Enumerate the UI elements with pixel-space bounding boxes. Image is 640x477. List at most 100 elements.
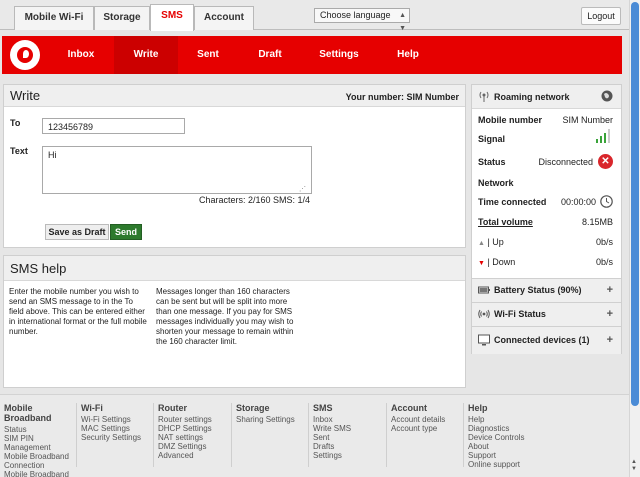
text-label: Text (10, 146, 28, 156)
logout-button[interactable]: Logout (581, 7, 621, 25)
battery-icon (478, 284, 490, 296)
footer: Mobile Broadband Status SIM PIN Management… (0, 394, 629, 477)
tab-account[interactable]: Account (194, 6, 254, 30)
your-number-label: Your number: (345, 92, 404, 102)
updown-arrows-icon: ▲ ▼ (399, 12, 406, 32)
footer-heading[interactable]: Router (158, 403, 232, 413)
connected-devices-accordion[interactable]: Connected devices (1) + (472, 326, 621, 354)
status-label: Status (478, 157, 506, 167)
mobile-number-value: SIM Number (562, 115, 613, 125)
footer-link[interactable]: Device Controls (468, 433, 542, 442)
footer-link[interactable]: Wi-Fi Settings (81, 415, 155, 424)
footer-heading[interactable]: SMS (313, 403, 387, 413)
wifi-icon (478, 308, 490, 320)
footer-link[interactable]: Security Settings (81, 433, 155, 442)
footer-heading[interactable]: Wi-Fi (81, 403, 155, 413)
footer-link[interactable]: Account details (391, 415, 465, 424)
write-panel: Write Your number: SIM Number To 1234567… (3, 84, 466, 248)
language-select-value: Choose language (320, 10, 391, 20)
total-volume-label[interactable]: Total volume (478, 217, 533, 227)
footer-column: Account Account details Account type (391, 403, 465, 433)
connected-devices-label: Connected devices (1) (494, 335, 590, 345)
footer-heading[interactable]: Help (468, 403, 542, 413)
footer-link[interactable]: DHCP Settings (158, 424, 232, 433)
network-label: Network (478, 178, 514, 188)
send-button[interactable]: Send (110, 224, 142, 240)
sms-help-title: SMS help (10, 261, 67, 276)
footer-column: SMS Inbox Write SMS Sent Drafts Settings (313, 403, 387, 460)
top-tab-bar: Mobile Wi-Fi Storage SMS Account Choose … (0, 0, 629, 32)
signal-bars-icon (595, 129, 613, 145)
save-draft-button[interactable]: Save as Draft (45, 224, 109, 240)
footer-link[interactable]: Account type (391, 424, 465, 433)
footer-link[interactable]: Support (468, 451, 542, 460)
your-number: Your number: SIM Number (346, 92, 459, 102)
language-select[interactable]: Choose language ▲ ▼ (314, 8, 410, 32)
footer-link[interactable]: Drafts (313, 442, 387, 451)
status-panel-header: Roaming network (472, 85, 621, 109)
up-arrow-icon: ▲ | Up (478, 237, 504, 247)
footer-divider (231, 403, 232, 467)
text-area[interactable]: Hi (42, 146, 312, 194)
tab-mobile-wifi[interactable]: Mobile Wi-Fi (14, 6, 94, 30)
footer-divider (463, 403, 464, 467)
footer-link[interactable]: Connection (4, 461, 78, 470)
expand-plus-icon[interactable]: + (607, 284, 613, 296)
scrollbar-thumb[interactable] (631, 2, 639, 406)
footer-link[interactable]: Status (4, 425, 78, 434)
nav-write[interactable]: Write (114, 36, 178, 74)
expand-plus-icon[interactable]: + (607, 308, 613, 320)
footer-link[interactable]: SIM PIN Management (4, 434, 78, 452)
footer-link[interactable]: About (468, 442, 542, 451)
page-scrollbar[interactable]: ▲ ▼ (629, 0, 640, 477)
footer-link[interactable]: NAT settings (158, 433, 232, 442)
footer-link[interactable]: Help (468, 415, 542, 424)
footer-link[interactable]: Inbox (313, 415, 387, 424)
battery-status-accordion[interactable]: Battery Status (90%) + (472, 278, 621, 302)
sms-help-header: SMS help (4, 256, 465, 281)
tab-sms[interactable]: SMS (150, 4, 194, 31)
footer-link[interactable]: Sharing Settings (236, 415, 310, 424)
footer-heading[interactable]: Storage (236, 403, 310, 413)
nav-settings[interactable]: Settings (306, 36, 372, 74)
footer-divider (308, 403, 309, 467)
roaming-network-title: Roaming network (494, 92, 570, 102)
footer-link[interactable]: Mobile Broadband (4, 452, 78, 461)
footer-link[interactable]: Mobile Broadband (4, 470, 78, 477)
nav-inbox[interactable]: Inbox (52, 36, 110, 74)
status-value: Disconnected (538, 157, 593, 167)
nav-draft[interactable]: Draft (240, 36, 300, 74)
footer-link[interactable]: Advanced (158, 451, 232, 460)
down-arrow-icon: ▼ | Down (478, 257, 516, 267)
footer-link[interactable]: Diagnostics (468, 424, 542, 433)
nav-sent[interactable]: Sent (180, 36, 236, 74)
down-label: | Down (487, 257, 516, 267)
footer-link[interactable]: DMZ Settings (158, 442, 232, 451)
nav-help[interactable]: Help (380, 36, 436, 74)
to-input[interactable]: 123456789 (42, 118, 185, 134)
main-nav: Inbox Write Sent Draft Settings Help (2, 36, 622, 74)
vodafone-logo[interactable] (10, 40, 40, 70)
resize-handle-icon[interactable]: ⋰ (299, 185, 306, 193)
footer-column: Help Help Diagnostics Device Controls About S… (468, 403, 542, 469)
footer-column: Router Router settings DHCP Settings NAT se… (158, 403, 232, 460)
sms-help-panel: SMS help Enter the mobile number you wis… (3, 255, 466, 388)
footer-link[interactable]: Sent (313, 433, 387, 442)
expand-plus-icon[interactable]: + (607, 334, 613, 346)
globe-icon[interactable] (601, 90, 613, 102)
monitor-icon (478, 334, 490, 346)
footer-link[interactable]: Write SMS (313, 424, 387, 433)
up-label: | Up (487, 237, 504, 247)
footer-link[interactable]: Settings (313, 451, 387, 460)
antenna-icon (478, 90, 490, 102)
footer-link[interactable]: MAC Settings (81, 424, 155, 433)
wifi-status-accordion[interactable]: Wi-Fi Status + (472, 302, 621, 326)
footer-link[interactable]: Online support (468, 460, 542, 469)
footer-heading[interactable]: Account (391, 403, 465, 413)
tab-storage[interactable]: Storage (94, 6, 150, 30)
scroll-arrows-icon[interactable]: ▲ ▼ (631, 459, 637, 473)
your-number-value: SIM Number (406, 92, 459, 102)
footer-link[interactable]: Router settings (158, 415, 232, 424)
footer-divider (76, 403, 77, 467)
footer-heading[interactable]: Mobile Broadband (4, 403, 78, 423)
